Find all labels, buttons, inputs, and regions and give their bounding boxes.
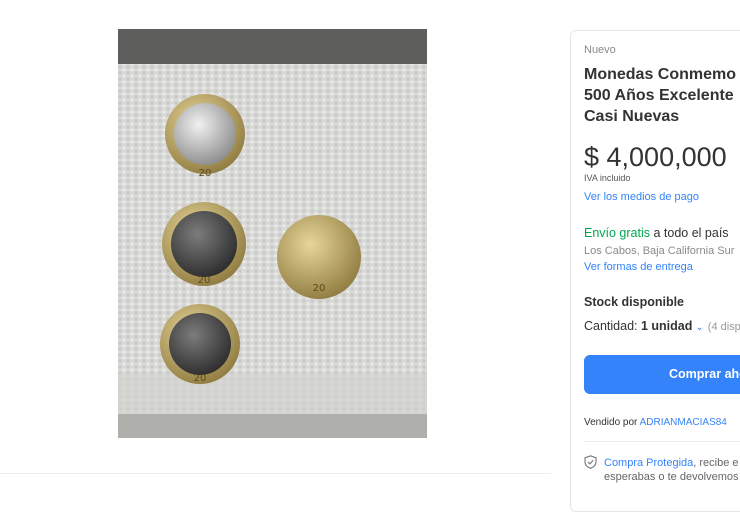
condition-label: Nuevo: [584, 44, 616, 56]
svg-text:20: 20: [198, 275, 211, 286]
quantity-label: Cantidad:: [584, 319, 641, 333]
shipping-info: Envío gratis a todo el país: [584, 226, 729, 240]
quantity-value: 1 unidad: [640, 319, 693, 333]
product-title: Monedas Conmemo 500 Años Excelente Casi …: [584, 66, 737, 125]
protected-purchase-text: , recibe e: [693, 457, 739, 469]
product-photo[interactable]: 20 20 20 20: [118, 29, 427, 438]
seller-info: Vendido por ADRIANMACIAS84: [584, 417, 727, 428]
delivery-options-link[interactable]: Ver formas de entrega: [584, 261, 693, 273]
payment-methods-link[interactable]: Ver los medios de pago: [584, 191, 699, 203]
svg-text:20: 20: [199, 168, 212, 179]
shield-check-icon: [584, 455, 597, 469]
seller-prefix: Vendido por: [584, 417, 640, 428]
seller-location: Los Cabos, Baja California Sur: [584, 245, 735, 257]
gallery-divider: [0, 473, 551, 474]
product-price: $ 4,000,000: [584, 142, 727, 172]
svg-text:20: 20: [313, 283, 326, 294]
buy-now-button[interactable]: Comprar ahora: [584, 355, 740, 394]
protected-purchase-text-2: esperabas o te devolvemos: [604, 471, 739, 483]
stock-label: Stock disponible: [584, 295, 685, 309]
tax-note: IVA incluido: [584, 173, 631, 183]
protected-purchase-link[interactable]: Compra Protegida: [604, 457, 693, 469]
seller-name-link[interactable]: ADRIANMACIAS84: [640, 417, 727, 428]
free-shipping-label: Envío gratis: [584, 226, 651, 240]
protected-purchase-info: Compra Protegida, recibe e esperabas o t…: [604, 456, 739, 484]
quantity-selector[interactable]: Cantidad: 1 unidad ⌄ (4 disp: [584, 319, 740, 333]
coins-image: 20 20 20 20: [118, 29, 427, 438]
available-count: (4 disp: [707, 321, 740, 333]
chevron-down-icon: ⌄: [695, 322, 704, 333]
seller-divider: [584, 441, 740, 442]
svg-text:20: 20: [194, 373, 207, 384]
shipping-scope: a todo el país: [650, 226, 729, 240]
